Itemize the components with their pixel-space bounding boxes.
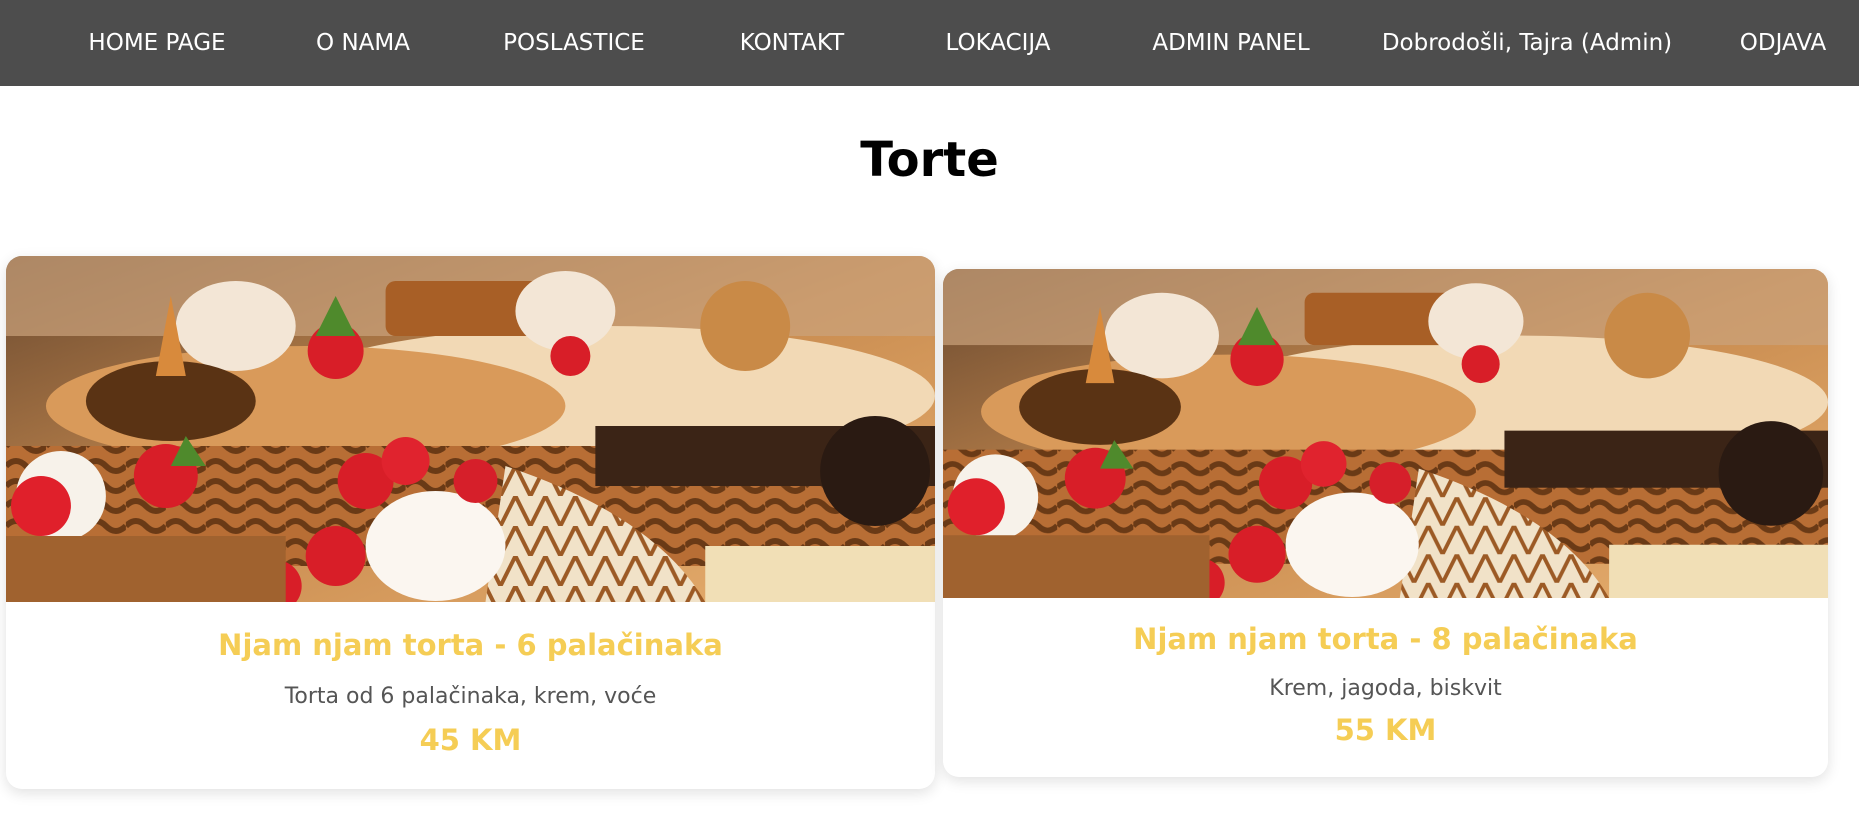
product-price: 45 KM xyxy=(419,723,522,757)
product-card[interactable]: Njam njam torta - 8 palačinaka Krem, jag… xyxy=(943,269,1828,777)
product-image xyxy=(943,269,1828,598)
nav-welcome-user[interactable]: Dobrodošli, Tajra (Admin) xyxy=(1382,0,1672,86)
product-image xyxy=(6,256,935,602)
product-description: Krem, jagoda, biskvit xyxy=(1269,676,1502,701)
nav-odjava[interactable]: ODJAVA xyxy=(1740,0,1826,86)
nav-poslastice[interactable]: POSLASTICE xyxy=(503,0,645,86)
product-price: 55 KM xyxy=(1334,713,1437,747)
nav-o-nama[interactable]: O NAMA xyxy=(316,0,410,86)
top-navbar: HOME PAGE O NAMA POSLASTICE KONTAKT LOKA… xyxy=(0,0,1859,86)
nav-home-page[interactable]: HOME PAGE xyxy=(88,0,225,86)
nav-lokacija[interactable]: LOKACIJA xyxy=(945,0,1050,86)
nav-kontakt[interactable]: KONTAKT xyxy=(740,0,844,86)
product-name[interactable]: Njam njam torta - 8 palačinaka xyxy=(943,622,1828,656)
page-title: Torte xyxy=(860,132,999,188)
product-card-body: Njam njam torta - 8 palačinaka Krem, jag… xyxy=(943,622,1828,747)
product-description: Torta od 6 palačinaka, krem, voće xyxy=(284,684,657,709)
product-card-body: Njam njam torta - 6 palačinaka Torta od … xyxy=(6,628,935,757)
product-card[interactable]: Njam njam torta - 6 palačinaka Torta od … xyxy=(6,256,935,789)
product-name[interactable]: Njam njam torta - 6 palačinaka xyxy=(6,628,935,662)
nav-admin-panel[interactable]: ADMIN PANEL xyxy=(1152,0,1309,86)
